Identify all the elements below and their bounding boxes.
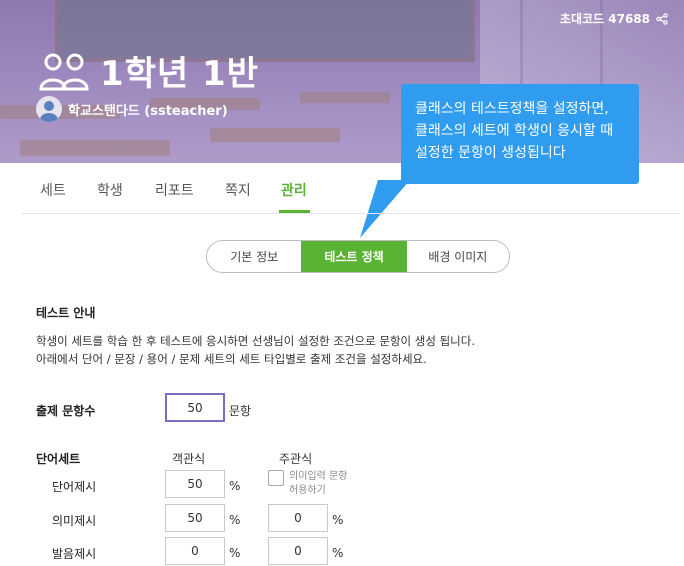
subjective-column-header: 주관식	[279, 452, 313, 466]
seg-basic-info[interactable]: 기본 정보	[207, 241, 301, 272]
tab-reports[interactable]: 리포트	[155, 180, 194, 200]
tab-sets[interactable]: 세트	[40, 180, 66, 200]
class-owner: 학교스탠다드 (ssteacher)	[36, 96, 228, 122]
invite-code[interactable]: 초대코드 47688	[560, 10, 668, 27]
row-label-pronunciation-prompt: 발음제시	[52, 547, 97, 561]
allow-meaning-input-label[interactable]: 의미입력 문항 허용하기	[289, 470, 359, 498]
avatar	[36, 96, 62, 122]
pronunciation-prompt-subjective-input[interactable]: 0	[268, 537, 328, 565]
objective-column-header: 객관식	[172, 452, 206, 466]
guide-title: 테스트 안내	[36, 306, 96, 320]
settings-segmented-control: 기본 정보 테스트 정책 배경 이미지	[206, 240, 510, 273]
share-icon[interactable]	[656, 12, 668, 25]
seg-test-policy[interactable]: 테스트 정책	[301, 241, 407, 272]
question-count-label: 출제 문항수	[36, 404, 96, 418]
callout-text: 클래스의 테스트정책을 설정하면, 클래스의 세트에 학생이 응시할 때 설정한…	[415, 101, 614, 161]
people-icon	[38, 51, 90, 91]
percent-unit: %	[229, 546, 241, 560]
word-prompt-objective-input[interactable]: 50	[165, 470, 225, 498]
tab-students[interactable]: 학생	[97, 180, 123, 200]
meaning-prompt-objective-input[interactable]: 50	[165, 504, 225, 532]
tab-messages[interactable]: 쪽지	[225, 180, 251, 200]
row-label-meaning-prompt: 의미제시	[52, 514, 97, 528]
percent-unit: %	[332, 513, 344, 527]
class-title: 1학년 1반	[38, 46, 259, 95]
percent-unit: %	[229, 479, 241, 493]
guide-line-1: 학생이 세트를 학습 한 후 테스트에 응시하면 선생님이 설정한 조건으로 문…	[36, 334, 475, 348]
guide-description: 학생이 세트를 학습 한 후 테스트에 응시하면 선생님이 설정한 조건으로 문…	[36, 332, 475, 368]
percent-unit: %	[229, 513, 241, 527]
row-label-word-prompt: 단어제시	[52, 480, 97, 494]
pronunciation-prompt-objective-input[interactable]: 0	[165, 537, 225, 565]
guide-line-2: 아래에서 단어 / 문장 / 용어 / 문제 세트의 세트 타입별로 출제 조건…	[36, 352, 427, 366]
class-name: 1학년 1반	[100, 54, 259, 94]
invite-code-text: 초대코드 47688	[559, 12, 650, 26]
seg-background-image[interactable]: 배경 이미지	[407, 241, 509, 272]
question-count-input[interactable]: 50	[165, 393, 225, 422]
word-set-label: 단어세트	[36, 452, 81, 466]
meaning-prompt-subjective-input[interactable]: 0	[268, 504, 328, 532]
percent-unit: %	[332, 546, 344, 560]
nav-divider	[22, 213, 680, 214]
question-count-unit: 문항	[229, 404, 252, 418]
allow-meaning-input-checkbox[interactable]	[268, 470, 284, 486]
owner-name: 학교스탠다드 (ssteacher)	[68, 103, 228, 119]
tab-manage[interactable]: 관리	[281, 180, 307, 200]
